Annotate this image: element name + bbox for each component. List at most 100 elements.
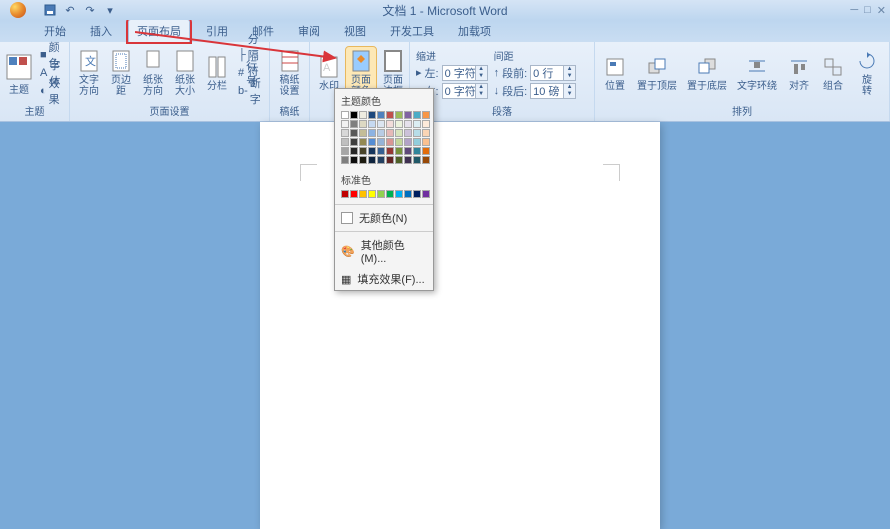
color-swatch[interactable] [341, 156, 349, 164]
color-swatch[interactable] [359, 156, 367, 164]
color-swatch[interactable] [350, 190, 358, 198]
color-swatch[interactable] [413, 147, 421, 155]
undo-icon[interactable]: ↶ [62, 2, 78, 18]
color-swatch[interactable] [422, 129, 430, 137]
color-swatch[interactable] [386, 138, 394, 146]
color-swatch[interactable] [422, 147, 430, 155]
minimize-button[interactable]: ─ [850, 4, 858, 17]
color-swatch[interactable] [413, 156, 421, 164]
color-swatch[interactable] [359, 111, 367, 119]
spin-down[interactable]: ▼ [475, 73, 487, 80]
color-swatch[interactable] [413, 120, 421, 128]
indent-right-input[interactable]: 0 字符▲▼ [442, 83, 488, 99]
color-swatch[interactable] [341, 111, 349, 119]
position-button[interactable]: 位置 [599, 53, 631, 94]
spin-down[interactable]: ▼ [563, 73, 575, 80]
text-wrap-button[interactable]: 文字环绕 [733, 53, 781, 94]
color-swatch[interactable] [422, 156, 430, 164]
tab-insert[interactable]: 插入 [82, 20, 120, 42]
rotate-button[interactable]: 旋 转 [851, 47, 883, 99]
color-swatch[interactable] [341, 147, 349, 155]
color-swatch[interactable] [350, 138, 358, 146]
spin-up[interactable]: ▲ [563, 84, 575, 91]
send-back-button[interactable]: 置于底层 [683, 53, 731, 94]
size-button[interactable]: 纸张大小 [170, 47, 200, 99]
align-button[interactable]: 对齐 [783, 53, 815, 94]
color-swatch[interactable] [350, 156, 358, 164]
spin-down[interactable]: ▼ [475, 91, 487, 98]
color-swatch[interactable] [422, 190, 430, 198]
color-swatch[interactable] [377, 138, 385, 146]
indent-left-input[interactable]: 0 字符▲▼ [442, 65, 488, 81]
bring-front-button[interactable]: 置于顶层 [633, 53, 681, 94]
color-swatch[interactable] [368, 138, 376, 146]
color-swatch[interactable] [350, 111, 358, 119]
color-swatch[interactable] [359, 147, 367, 155]
orientation-button[interactable]: 纸张方向 [138, 47, 168, 99]
color-swatch[interactable] [395, 129, 403, 137]
color-swatch[interactable] [404, 120, 412, 128]
color-swatch[interactable] [404, 138, 412, 146]
fill-effects-item[interactable]: ▦填充效果(F)... [335, 268, 433, 290]
color-swatch[interactable] [395, 190, 403, 198]
theme-effects-button[interactable]: ◐ 效果 [40, 82, 61, 100]
color-swatch[interactable] [341, 120, 349, 128]
tab-addins[interactable]: 加载项 [450, 20, 499, 42]
color-swatch[interactable] [368, 156, 376, 164]
color-swatch[interactable] [377, 129, 385, 137]
color-swatch[interactable] [386, 147, 394, 155]
redo-icon[interactable]: ↷ [82, 2, 98, 18]
close-button[interactable]: ✕ [877, 4, 886, 17]
document-page[interactable] [260, 122, 660, 529]
color-swatch[interactable] [422, 111, 430, 119]
color-swatch[interactable] [377, 147, 385, 155]
space-after-input[interactable]: 10 磅▲▼ [530, 83, 576, 99]
color-swatch[interactable] [404, 129, 412, 137]
color-swatch[interactable] [413, 129, 421, 137]
color-swatch[interactable] [386, 190, 394, 198]
no-color-item[interactable]: 无颜色(N) [335, 207, 433, 229]
margins-button[interactable]: 页边距 [106, 47, 136, 99]
color-swatch[interactable] [404, 156, 412, 164]
color-swatch[interactable] [386, 120, 394, 128]
group-button[interactable]: 组合 [817, 53, 849, 94]
color-swatch[interactable] [395, 138, 403, 146]
color-swatch[interactable] [368, 129, 376, 137]
color-swatch[interactable] [404, 111, 412, 119]
color-swatch[interactable] [413, 111, 421, 119]
color-swatch[interactable] [368, 147, 376, 155]
color-swatch[interactable] [368, 190, 376, 198]
color-swatch[interactable] [377, 156, 385, 164]
color-swatch[interactable] [350, 120, 358, 128]
color-swatch[interactable] [368, 111, 376, 119]
color-swatch[interactable] [341, 129, 349, 137]
color-swatch[interactable] [377, 190, 385, 198]
spin-up[interactable]: ▲ [563, 66, 575, 73]
color-swatch[interactable] [359, 190, 367, 198]
tab-references[interactable]: 引用 [198, 20, 236, 42]
color-swatch[interactable] [377, 111, 385, 119]
color-swatch[interactable] [422, 120, 430, 128]
color-swatch[interactable] [395, 147, 403, 155]
office-button[interactable] [0, 0, 36, 20]
color-swatch[interactable] [422, 138, 430, 146]
tab-view[interactable]: 视图 [336, 20, 374, 42]
color-swatch[interactable] [404, 147, 412, 155]
color-swatch[interactable] [350, 129, 358, 137]
color-swatch[interactable] [413, 138, 421, 146]
color-swatch[interactable] [359, 138, 367, 146]
color-swatch[interactable] [341, 138, 349, 146]
themes-button[interactable]: 主题 [4, 49, 34, 98]
tab-developer[interactable]: 开发工具 [382, 20, 442, 42]
spin-down[interactable]: ▼ [563, 91, 575, 98]
text-direction-button[interactable]: 文文字方向 [74, 47, 104, 99]
color-swatch[interactable] [386, 156, 394, 164]
color-swatch[interactable] [386, 111, 394, 119]
color-swatch[interactable] [404, 190, 412, 198]
color-swatch[interactable] [395, 111, 403, 119]
color-swatch[interactable] [350, 147, 358, 155]
tab-review[interactable]: 审阅 [290, 20, 328, 42]
columns-button[interactable]: 分栏 [202, 53, 232, 94]
color-swatch[interactable] [377, 120, 385, 128]
manuscript-button[interactable]: 稿纸 设置 [274, 47, 305, 99]
